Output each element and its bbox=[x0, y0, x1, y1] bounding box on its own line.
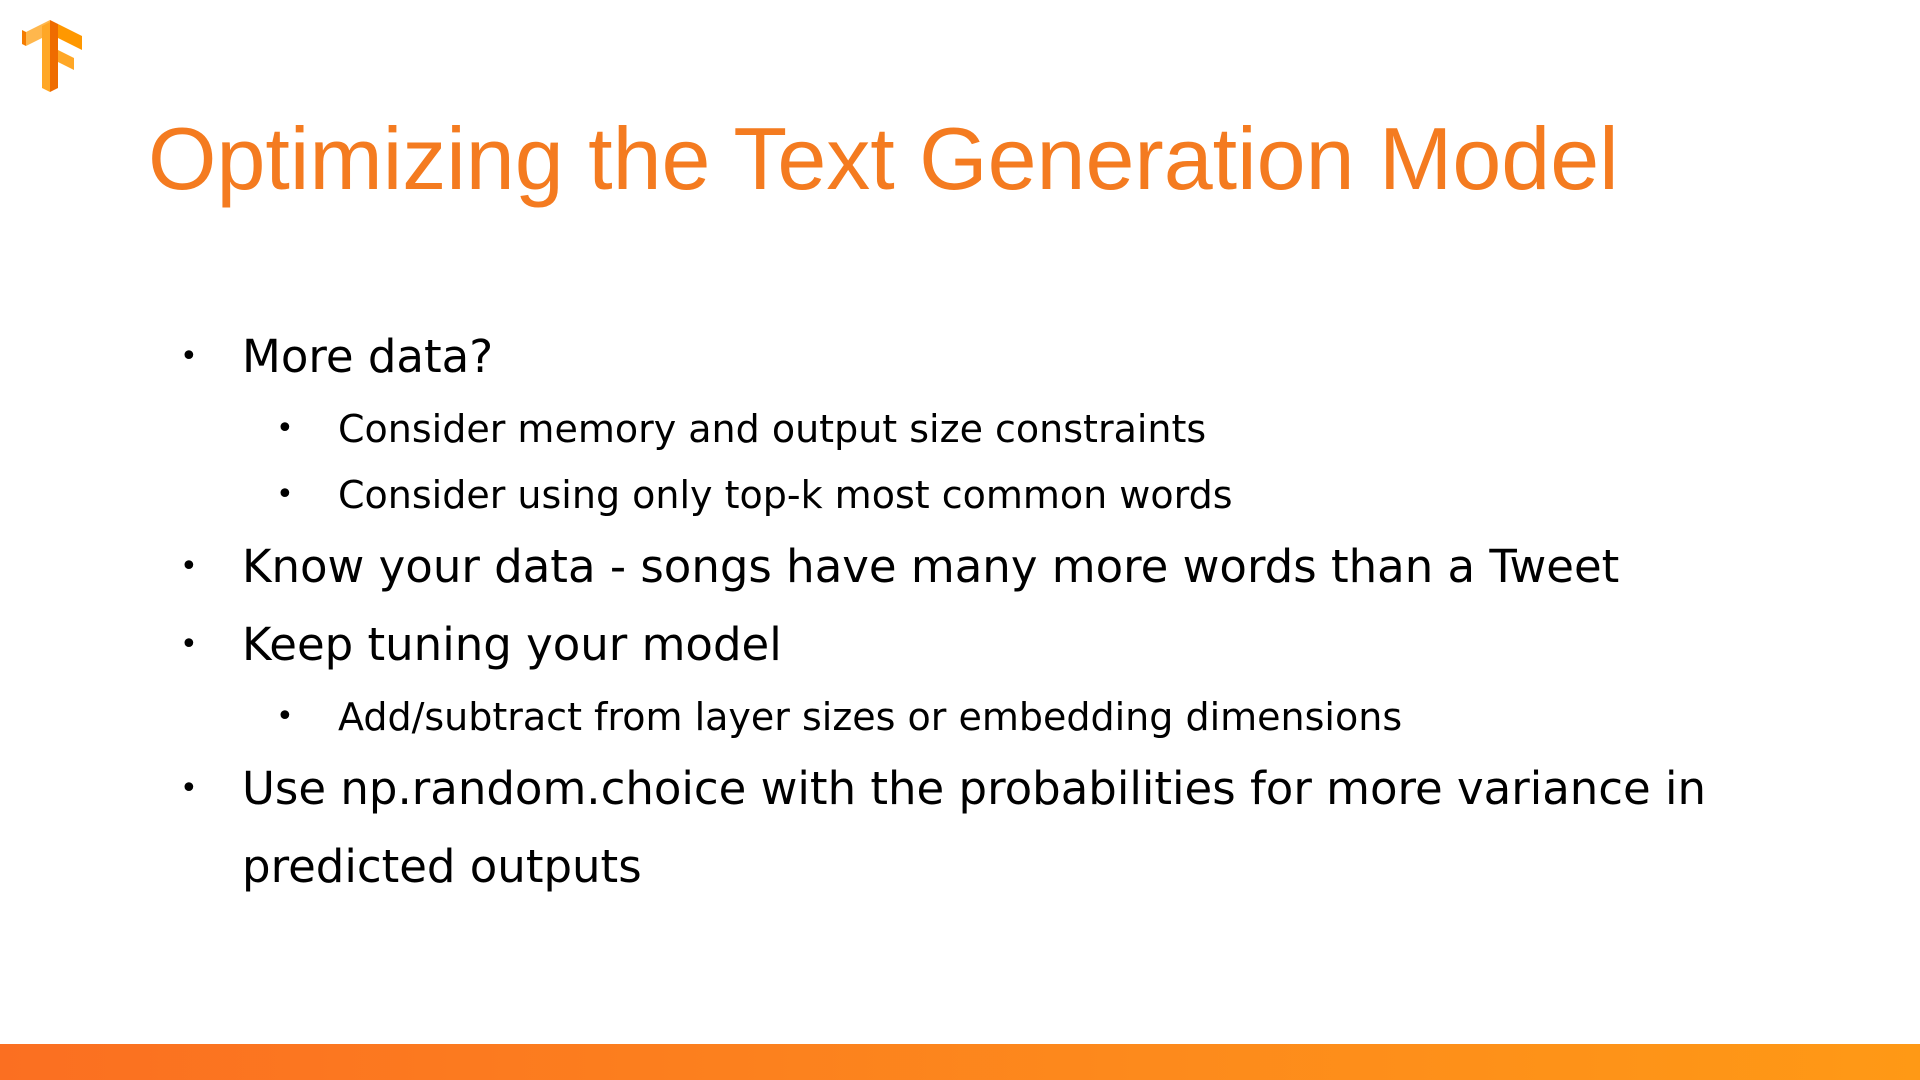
bullet-dot: • bbox=[276, 477, 294, 512]
bullet-dot: • bbox=[276, 699, 294, 734]
bullet-item: • More data? bbox=[0, 318, 1742, 396]
bullet-text: Keep tuning your model bbox=[242, 618, 782, 671]
sub-bullet-item: • Consider memory and output size constr… bbox=[0, 396, 1920, 462]
sub-bullet-item: • Add/subtract from layer sizes or embed… bbox=[0, 684, 1920, 750]
bullet-item: • Keep tuning your model bbox=[0, 606, 1742, 684]
sub-bullet-item: • Consider using only top-k most common … bbox=[0, 462, 1920, 528]
bullet-dot: • bbox=[180, 339, 198, 374]
slide: Optimizing the Text Generation Model • M… bbox=[0, 0, 1920, 1080]
bullet-text: More data? bbox=[242, 330, 494, 383]
bullet-list: • More data? • Consider memory and outpu… bbox=[0, 318, 1920, 906]
tensorflow-logo-icon bbox=[22, 20, 82, 92]
bullet-dot: • bbox=[180, 627, 198, 662]
bullet-text: Add/subtract from layer sizes or embeddi… bbox=[338, 695, 1403, 739]
bullet-dot: • bbox=[180, 549, 198, 584]
bullet-dot: • bbox=[180, 771, 198, 806]
bullet-text: Know your data - songs have many more wo… bbox=[242, 540, 1620, 593]
bullet-item: • Use np.random.choice with the probabil… bbox=[0, 750, 1742, 906]
bottom-accent-bar bbox=[0, 1044, 1920, 1080]
bullet-text: Consider using only top-k most common wo… bbox=[338, 473, 1233, 517]
slide-title: Optimizing the Text Generation Model bbox=[148, 109, 1619, 208]
bullet-text: Consider memory and output size constrai… bbox=[338, 407, 1207, 451]
bullet-dot: • bbox=[276, 411, 294, 446]
bullet-text: Use np.random.choice with the probabilit… bbox=[242, 762, 1707, 893]
bullet-item: • Know your data - songs have many more … bbox=[0, 528, 1742, 606]
